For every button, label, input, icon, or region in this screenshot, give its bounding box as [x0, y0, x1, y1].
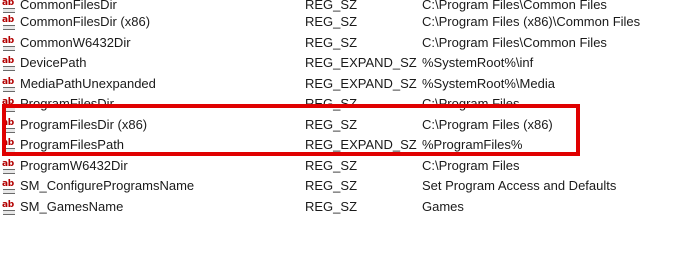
string-value-icon: ab [2, 15, 16, 30]
string-value-icon: ab [2, 118, 16, 133]
string-value-icon: ab [2, 0, 16, 13]
string-value-icon: ab [2, 56, 16, 71]
value-name: DevicePath [20, 55, 87, 70]
value-data: %ProgramFiles% [422, 137, 523, 152]
string-value-icon: ab [2, 200, 16, 215]
value-type: REG_SZ [305, 116, 358, 132]
string-value-icon: ab [2, 97, 16, 112]
value-name: ProgramFilesDir [20, 96, 114, 111]
value-type: REG_SZ [305, 0, 358, 12]
value-type: REG_SZ [305, 157, 358, 173]
registry-value-row-highlighted[interactable]: ab ProgramFilesDir REG_SZ C:\Program Fil… [0, 94, 677, 115]
registry-value-row[interactable]: ab DevicePath REG_EXPAND_SZ %SystemRoot%… [0, 53, 677, 74]
value-type: REG_SZ [305, 34, 358, 50]
registry-value-row[interactable]: ab MediaPathUnexpanded REG_EXPAND_SZ %Sy… [0, 74, 677, 95]
value-type: REG_SZ [305, 198, 358, 214]
string-value-icon: ab [2, 77, 16, 92]
registry-value-row-highlighted[interactable]: ab ProgramFilesDir (x86) REG_SZ C:\Progr… [0, 115, 677, 136]
value-name: MediaPathUnexpanded [20, 75, 156, 91]
registry-value-list: ab CommonFilesDir REG_SZ C:\Program File… [0, 0, 677, 217]
registry-value-row[interactable]: ab ProgramFilesPath REG_EXPAND_SZ %Progr… [0, 135, 677, 156]
value-name: SM_GamesName [20, 198, 124, 214]
registry-value-row[interactable]: ab CommonFilesDir (x86) REG_SZ C:\Progra… [0, 12, 677, 33]
value-type: REG_SZ [305, 96, 358, 111]
registry-value-row[interactable]: ab CommonW6432Dir REG_SZ C:\Program File… [0, 33, 677, 54]
value-name: ProgramW6432Dir [20, 157, 128, 173]
value-data: C:\Program Files (x86) [422, 116, 553, 132]
value-data: C:\Program Files [422, 96, 520, 111]
string-value-icon: ab [2, 179, 16, 194]
registry-value-row[interactable]: ab CommonFilesDir REG_SZ C:\Program File… [0, 0, 677, 13]
value-type: REG_SZ [305, 178, 358, 193]
value-data: C:\Program Files\Common Files [422, 0, 607, 12]
value-name: CommonW6432Dir [20, 34, 131, 50]
string-value-icon: ab [2, 159, 16, 174]
value-data: C:\Program Files (x86)\Common Files [422, 14, 641, 29]
value-name: ProgramFilesDir (x86) [20, 116, 148, 132]
value-data: Set Program Access and Defaults [422, 178, 617, 193]
value-data: Games [422, 198, 464, 214]
value-data: C:\Program Files [422, 157, 520, 173]
string-value-icon: ab [2, 138, 16, 153]
value-type: REG_EXPAND_SZ [305, 75, 417, 91]
value-type: REG_EXPAND_SZ [305, 137, 417, 152]
value-name: CommonFilesDir [20, 0, 117, 12]
registry-value-row[interactable]: ab SM_GamesName REG_SZ Games [0, 197, 677, 218]
value-type: REG_EXPAND_SZ [305, 55, 417, 70]
string-value-icon: ab [2, 36, 16, 51]
registry-value-row[interactable]: ab ProgramW6432Dir REG_SZ C:\Program Fil… [0, 156, 677, 177]
value-name: ProgramFilesPath [20, 137, 125, 152]
value-data: %SystemRoot%\inf [422, 55, 534, 70]
registry-value-row[interactable]: ab SM_ConfigureProgramsName REG_SZ Set P… [0, 176, 677, 197]
value-data: C:\Program Files\Common Files [422, 34, 607, 50]
value-type: REG_SZ [305, 14, 358, 29]
value-data: %SystemRoot%\Media [422, 75, 555, 91]
value-name: CommonFilesDir (x86) [20, 14, 151, 29]
value-name: SM_ConfigureProgramsName [20, 178, 195, 193]
